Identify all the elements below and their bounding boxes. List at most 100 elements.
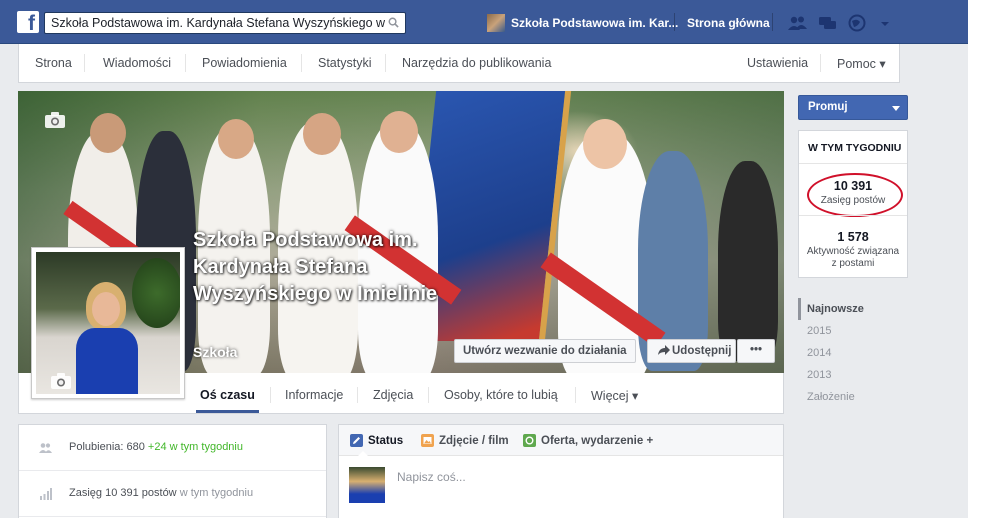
year-latest[interactable]: Najnowsze	[798, 298, 908, 320]
notifications-globe-icon[interactable]	[848, 14, 866, 32]
post-composer: Status Zdjęcie / film Oferta, wydarzenie…	[338, 424, 784, 518]
tab-timeline[interactable]: Oś czasu	[200, 388, 255, 402]
post-engagement-value: 1 578	[837, 230, 869, 244]
composer-tab-offer-event-label: Oferta, wydarzenie +	[541, 434, 654, 447]
timeline-year-nav: Najnowsze 2015 2014 2013 Założenie	[798, 298, 908, 408]
nav-settings[interactable]: Ustawienia	[747, 56, 808, 70]
composer-tab-status[interactable]: Status	[350, 434, 403, 447]
composer-tab-offer-event[interactable]: Oferta, wydarzenie +	[523, 434, 653, 447]
reach-row[interactable]: Zasięg 10 391 postów w tym tygodniu	[19, 471, 326, 517]
reach-text: Zasięg 10 391 postów w tym tygodniu	[69, 487, 253, 499]
divider	[575, 387, 576, 403]
divider	[301, 54, 302, 72]
cover-figure	[583, 119, 627, 169]
page-category[interactable]: Szkoła	[193, 344, 237, 360]
profile-photo-plant	[132, 258, 180, 328]
divider	[357, 387, 358, 403]
composer-input[interactable]: Napisz coś...	[397, 470, 466, 484]
tab-likes[interactable]: Osoby, które to lubią	[444, 388, 558, 402]
page-name-link[interactable]: Szkoła Podstawowa im. Kar...	[511, 16, 678, 30]
nav-insights[interactable]: Statystyki	[318, 56, 372, 70]
account-menu-chevron-down-icon[interactable]	[876, 16, 894, 30]
likes-count: Polubienia: 680	[69, 441, 145, 453]
active-tab-indicator	[196, 410, 259, 413]
this-week-title: W TYM TYGODNIU	[799, 131, 907, 164]
nav-help[interactable]: Pomoc ▾	[837, 56, 886, 71]
search-input-value: Szkoła Podstawowa im. Kardynała Stefana …	[51, 16, 386, 30]
top-bar: f Szkoła Podstawowa im. Kardynała Stefan…	[0, 0, 968, 44]
likes-delta: +24 w tym tygodniu	[147, 441, 243, 453]
page-title: Szkoła Podstawowa im. Kardynała Stefana …	[193, 229, 438, 305]
composer-tabs: Status Zdjęcie / film Oferta, wydarzenie…	[339, 425, 783, 457]
promote-button-label: Promuj	[808, 101, 848, 113]
profile-photo-face	[92, 292, 120, 326]
divider	[385, 54, 386, 72]
change-cover-camera-icon[interactable]	[44, 111, 66, 129]
share-arrow-icon	[658, 345, 670, 355]
chevron-down-icon[interactable]	[892, 106, 900, 111]
nav-messages[interactable]: Wiadomości	[103, 56, 171, 70]
likes-text: Polubienia: 680 +24 w tym tygodniu	[69, 441, 243, 453]
reach-count: Zasięg 10 391 postów	[69, 487, 177, 499]
home-link[interactable]: Strona główna	[687, 16, 770, 30]
change-profile-camera-icon[interactable]	[50, 372, 72, 390]
page-canvas: f Szkoła Podstawowa im. Kardynała Stefan…	[0, 0, 968, 518]
active-tab-caret	[357, 451, 369, 457]
divider	[185, 54, 186, 72]
divider	[799, 215, 907, 216]
composer-tab-status-label: Status	[368, 434, 404, 447]
friend-requests-icon[interactable]	[788, 15, 808, 31]
divider	[820, 54, 821, 72]
post-engagement-stat[interactable]: 1 578 Aktywność związana z postami	[799, 230, 907, 270]
bar-chart-icon	[40, 488, 52, 500]
profile-photo	[36, 252, 180, 394]
composer-tab-photo-video-label: Zdjęcie / film	[439, 434, 509, 447]
cover-figure	[303, 113, 341, 155]
this-week-stats: W TYM TYGODNIU 10 391 Zasięg postów 1 57…	[798, 130, 908, 278]
create-call-to-action-button[interactable]: Utwórz wezwanie do działania	[454, 339, 636, 363]
cover-figure	[218, 119, 254, 159]
profile-photo-body	[76, 328, 138, 394]
share-button-label: Udostępnij	[672, 345, 732, 357]
messages-icon[interactable]	[818, 15, 838, 31]
nav-notifications[interactable]: Powiadomienia	[202, 56, 287, 70]
more-options-button[interactable]: •••	[737, 339, 775, 363]
tab-about[interactable]: Informacje	[285, 388, 343, 402]
page-admin-nav: Strona Wiadomości Powiadomienia Statysty…	[18, 44, 900, 83]
divider	[428, 387, 429, 403]
page-stats-box: Polubienia: 680 +24 w tym tygodniu Zasię…	[18, 424, 327, 518]
divider	[772, 13, 773, 31]
year-2014[interactable]: 2014	[798, 342, 908, 364]
divider	[84, 54, 85, 72]
tab-photos[interactable]: Zdjęcia	[373, 388, 413, 402]
cover-figure	[718, 161, 778, 361]
year-2013[interactable]: 2013	[798, 364, 908, 386]
facebook-logo-icon[interactable]: f	[17, 11, 39, 33]
annotation-circle	[807, 173, 903, 217]
post-engagement-label: Aktywność związana z postami	[806, 246, 900, 269]
promote-button[interactable]: Promuj	[798, 95, 908, 120]
nav-publishing-tools[interactable]: Narzędzia do publikowania	[402, 56, 551, 70]
composer-avatar	[349, 467, 385, 503]
people-icon	[39, 443, 52, 453]
divider	[270, 387, 271, 403]
reach-period: w tym tygodniu	[179, 487, 254, 499]
offer-icon	[523, 434, 536, 447]
share-button[interactable]: Udostępnij	[647, 339, 736, 363]
nav-page[interactable]: Strona	[35, 56, 72, 70]
cover-figure	[90, 113, 126, 153]
photo-icon	[421, 434, 434, 447]
search-icon[interactable]	[388, 17, 399, 28]
year-2015[interactable]: 2015	[798, 320, 908, 342]
year-founded[interactable]: Założenie	[798, 386, 908, 408]
composer-tab-photo-video[interactable]: Zdjęcie / film	[421, 434, 509, 447]
pencil-icon	[350, 434, 363, 447]
notification-icons	[788, 13, 894, 33]
page-avatar[interactable]	[487, 14, 505, 32]
cover-figure	[380, 111, 418, 153]
search-input[interactable]: Szkoła Podstawowa im. Kardynała Stefana …	[44, 12, 406, 34]
divider	[674, 13, 675, 31]
profile-picture[interactable]	[31, 247, 185, 399]
likes-row[interactable]: Polubienia: 680 +24 w tym tygodniu	[19, 425, 326, 471]
tab-more[interactable]: Więcej ▾	[591, 388, 638, 403]
